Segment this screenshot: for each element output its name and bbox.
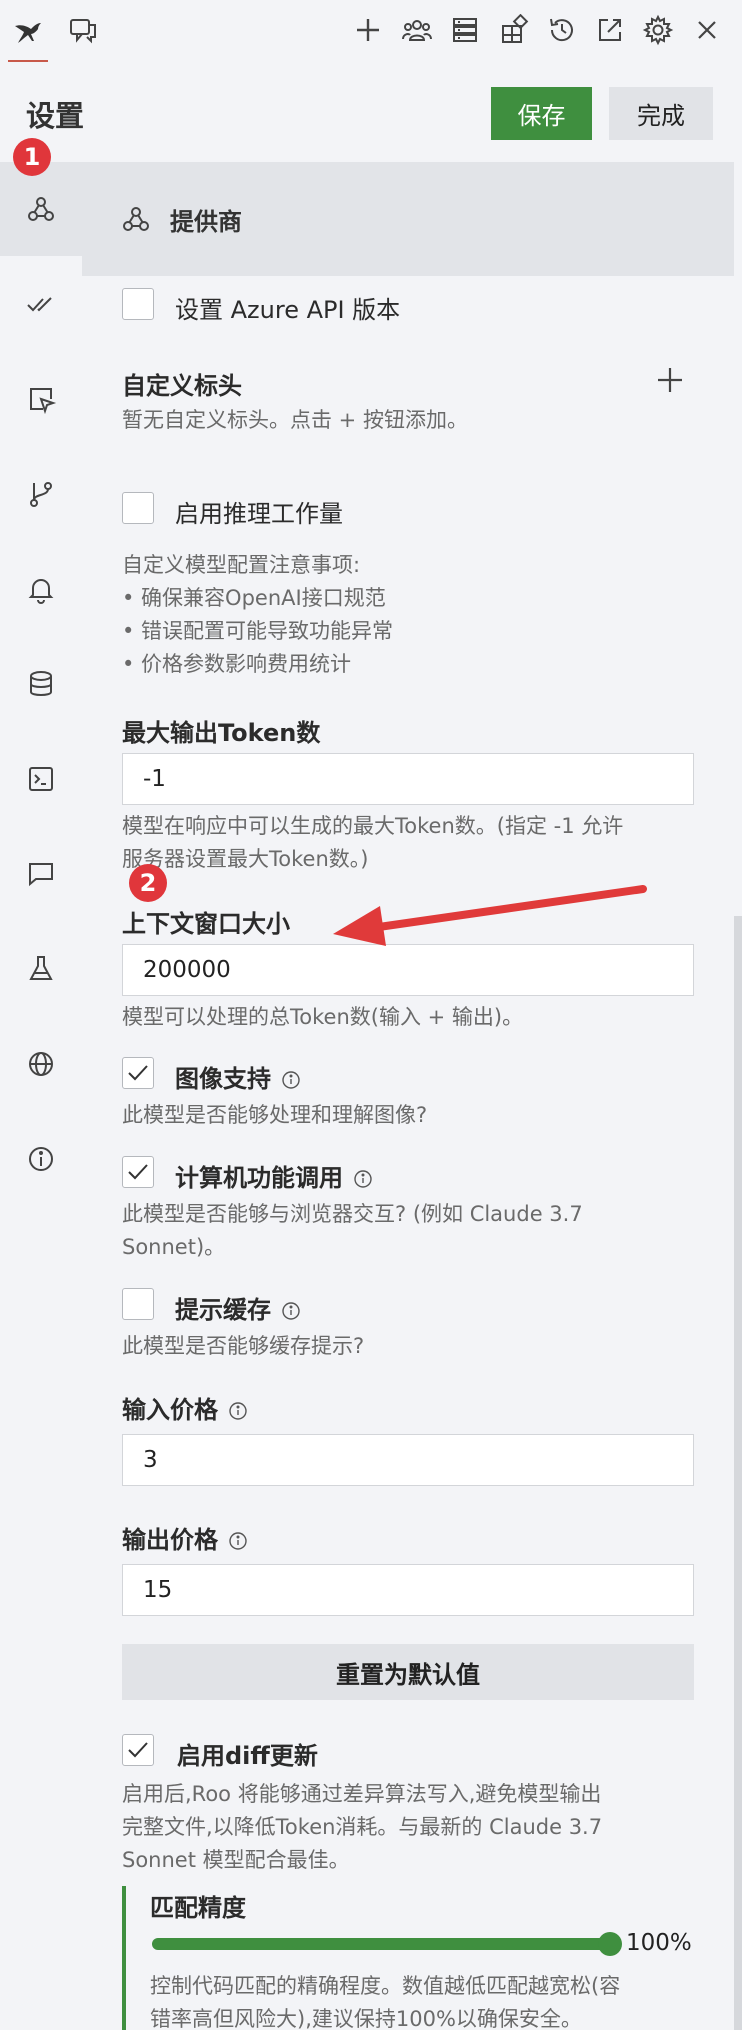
scrollbar[interactable] bbox=[734, 916, 742, 2030]
annotation-arrow bbox=[333, 885, 647, 946]
